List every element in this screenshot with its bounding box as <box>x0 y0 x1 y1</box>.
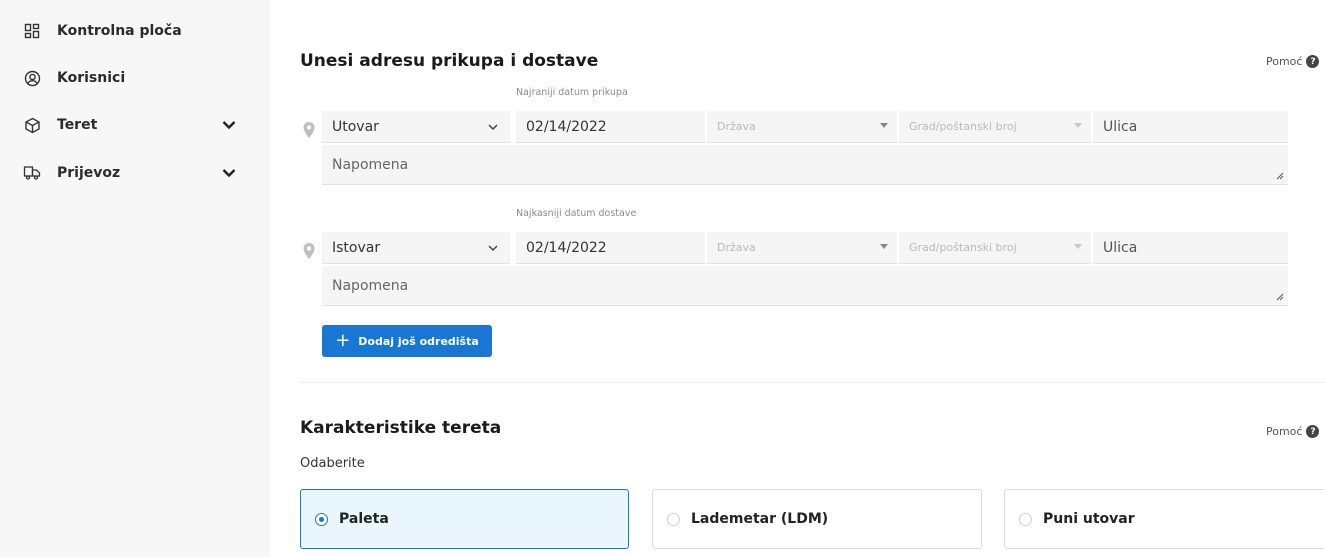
caret-down-icon <box>1074 123 1082 128</box>
pickup-date-input[interactable]: 02/14/2022 <box>516 111 705 143</box>
sidebar: Kontrolna ploča Korisnici Teret Prijevoz <box>0 0 270 557</box>
add-destination-label: Dodaj još odredišta <box>358 334 479 348</box>
note-placeholder: Napomena <box>332 278 409 294</box>
users-icon <box>22 68 42 88</box>
caret-down-icon <box>880 244 888 249</box>
sidebar-item-users[interactable]: Korisnici <box>0 63 270 93</box>
pickup-type-value: Utovar <box>332 118 379 135</box>
resize-handle-icon[interactable] <box>1276 172 1284 180</box>
delivery-city-select[interactable]: Grad/poštanski broj <box>899 232 1091 264</box>
delivery-type-value: Istovar <box>332 239 381 256</box>
question-icon: ? <box>1306 425 1320 438</box>
pickup-type-select[interactable]: Utovar <box>322 111 510 143</box>
cargo-option-label: Lademetar (LDM) <box>691 511 829 527</box>
delivery-date-value: 02/14/2022 <box>526 239 607 256</box>
sidebar-item-label: Teret <box>57 117 98 133</box>
add-destination-button[interactable]: + Dodaj još odredišta <box>322 325 492 357</box>
help-label: Pomoć <box>1266 55 1303 68</box>
city-placeholder: Grad/poštanski broj <box>909 241 1017 254</box>
radio-button[interactable] <box>1019 512 1032 526</box>
sidebar-item-label: Prijevoz <box>57 165 121 181</box>
sidebar-item-label: Korisnici <box>57 70 126 86</box>
pickup-street-input[interactable]: Ulica <box>1093 111 1288 143</box>
cargo-section-title: Karakteristike tereta <box>300 418 502 438</box>
cargo-option-label: Paleta <box>339 511 389 527</box>
cargo-subtitle: Odaberite <box>300 456 365 471</box>
sidebar-item-cargo[interactable]: Teret <box>0 110 270 140</box>
country-placeholder: Država <box>717 241 756 254</box>
delivery-date-input[interactable]: 02/14/2022 <box>516 232 705 264</box>
pickup-country-select[interactable]: Država <box>707 111 897 143</box>
sidebar-item-dashboard[interactable]: Kontrolna ploča <box>0 16 270 46</box>
country-placeholder: Država <box>717 120 756 133</box>
sidebar-item-label: Kontrolna ploča <box>57 23 182 39</box>
resize-handle-icon[interactable] <box>1276 293 1284 301</box>
delivery-street-input[interactable]: Ulica <box>1093 232 1288 264</box>
chevron-down-icon[interactable] <box>220 164 238 182</box>
chevron-down-icon <box>488 245 498 252</box>
dashboard-icon <box>22 21 42 41</box>
pickup-date-value: 02/14/2022 <box>526 118 607 135</box>
address-section-title: Unesi adresu prikupa i dostave <box>300 51 599 71</box>
pickup-date-label: Najraniji datum prikupa <box>516 87 628 98</box>
cargo-option-label: Puni utovar <box>1043 511 1135 527</box>
question-icon: ? <box>1306 55 1320 68</box>
section-divider <box>300 382 1325 383</box>
truck-icon <box>22 163 42 183</box>
delivery-date-label: Najkasniji datum dostave <box>516 208 637 219</box>
note-placeholder: Napomena <box>332 157 409 173</box>
cargo-box-icon <box>22 115 42 135</box>
delivery-type-select[interactable]: Istovar <box>322 232 510 264</box>
delivery-note-textarea[interactable]: Napomena <box>322 266 1288 306</box>
street-placeholder: Ulica <box>1103 239 1138 256</box>
pickup-city-select[interactable]: Grad/poštanski broj <box>899 111 1091 143</box>
radio-button-selected[interactable] <box>315 512 328 526</box>
delivery-country-select[interactable]: Država <box>707 232 897 264</box>
street-placeholder: Ulica <box>1103 118 1138 135</box>
sidebar-item-transport[interactable]: Prijevoz <box>0 158 270 188</box>
radio-button[interactable] <box>667 512 680 526</box>
cargo-option-pallet[interactable]: Paleta <box>300 489 629 549</box>
pickup-note-textarea[interactable]: Napomena <box>322 145 1288 185</box>
caret-down-icon <box>1074 244 1082 249</box>
help-label: Pomoć <box>1266 425 1303 438</box>
chevron-down-icon[interactable] <box>220 116 238 134</box>
cargo-help-link[interactable]: Pomoć ? <box>1266 425 1320 438</box>
address-help-link[interactable]: Pomoć ? <box>1266 55 1320 68</box>
plus-icon: + <box>335 330 351 351</box>
chevron-down-icon <box>488 124 498 131</box>
cargo-option-ldm[interactable]: Lademetar (LDM) <box>652 489 982 549</box>
cargo-option-full-load[interactable]: Puni utovar <box>1004 489 1325 549</box>
city-placeholder: Grad/poštanski broj <box>909 120 1017 133</box>
location-pin-icon <box>303 122 315 138</box>
location-pin-icon <box>303 243 315 259</box>
caret-down-icon <box>880 123 888 128</box>
